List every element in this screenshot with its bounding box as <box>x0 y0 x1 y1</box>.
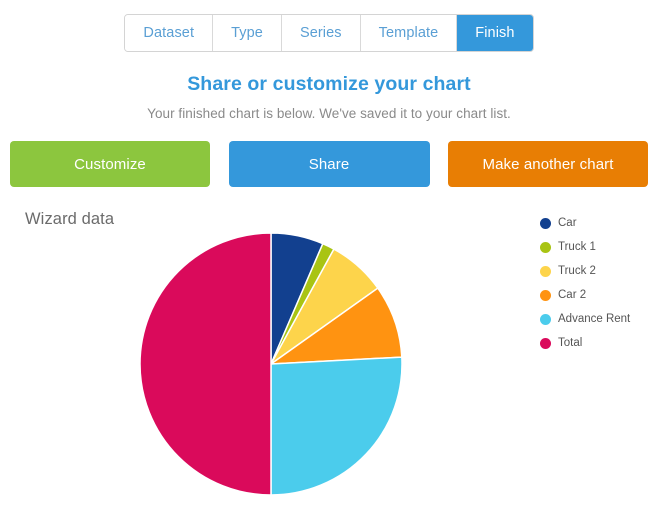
legend-item-total[interactable]: Total <box>540 331 630 355</box>
customize-button[interactable]: Customize <box>10 141 210 187</box>
legend-label-total: Total <box>558 337 583 349</box>
legend-swatch-car-icon <box>540 217 551 229</box>
legend-swatch-truck-1-icon <box>540 241 551 253</box>
legend-item-advance-rent[interactable]: Advance Rent <box>540 307 630 331</box>
page-title: Share or customize your chart <box>187 73 471 95</box>
legend-item-car-2[interactable]: Car 2 <box>540 283 630 307</box>
tab-series[interactable]: Series <box>281 15 361 51</box>
page-subtitle: Your finished chart is below. We've save… <box>147 106 511 121</box>
legend-item-truck-2[interactable]: Truck 2 <box>540 259 630 283</box>
tab-template[interactable]: Template <box>360 15 458 51</box>
pie-slice-total[interactable] <box>139 232 272 496</box>
tab-series-label: Series <box>299 25 342 41</box>
make-another-chart-button-label: Make another chart <box>482 155 614 173</box>
legend-label-advance-rent: Advance Rent <box>558 313 631 325</box>
action-button-row: Customize Share Make another chart <box>0 141 658 187</box>
tab-type[interactable]: Type <box>213 15 282 51</box>
tab-dataset-label: Dataset <box>143 25 195 41</box>
pie-slice-advance-rent[interactable] <box>270 356 403 496</box>
tab-finish[interactable]: Finish <box>457 15 533 51</box>
legend-label-truck-2: Truck 2 <box>558 265 596 277</box>
share-button-label: Share <box>308 155 350 173</box>
make-another-chart-button[interactable]: Make another chart <box>448 141 648 187</box>
chart-legend: Car Truck 1 Truck 2 Car 2 Advance Rent Total <box>540 211 630 355</box>
legend-item-truck-1[interactable]: Truck 1 <box>540 235 630 259</box>
share-button[interactable]: Share <box>228 141 430 187</box>
chart-area: Wizard data Car Truck 1 Truck 2 Car 2 Advanc… <box>0 204 658 504</box>
legend-swatch-advance-rent-icon <box>540 313 551 325</box>
tab-template-label: Template <box>378 25 439 41</box>
wizard-tabbar: Dataset Type Series Template Finish <box>124 14 534 52</box>
legend-swatch-truck-2-icon <box>540 265 551 277</box>
tab-finish-label: Finish <box>475 25 515 41</box>
legend-label-car: Car <box>558 217 577 229</box>
customize-button-label: Customize <box>74 155 146 173</box>
tab-dataset[interactable]: Dataset <box>125 15 214 51</box>
wizard-tabbar-container: Dataset Type Series Template Finish <box>0 0 658 52</box>
legend-label-truck-1: Truck 1 <box>558 241 596 253</box>
legend-swatch-car-2-icon <box>540 289 551 301</box>
pie-slice-group <box>139 232 403 496</box>
legend-label-car-2: Car 2 <box>558 289 587 301</box>
legend-swatch-total-icon <box>540 337 551 349</box>
legend-item-car[interactable]: Car <box>540 211 630 235</box>
tab-type-label: Type <box>231 25 263 41</box>
